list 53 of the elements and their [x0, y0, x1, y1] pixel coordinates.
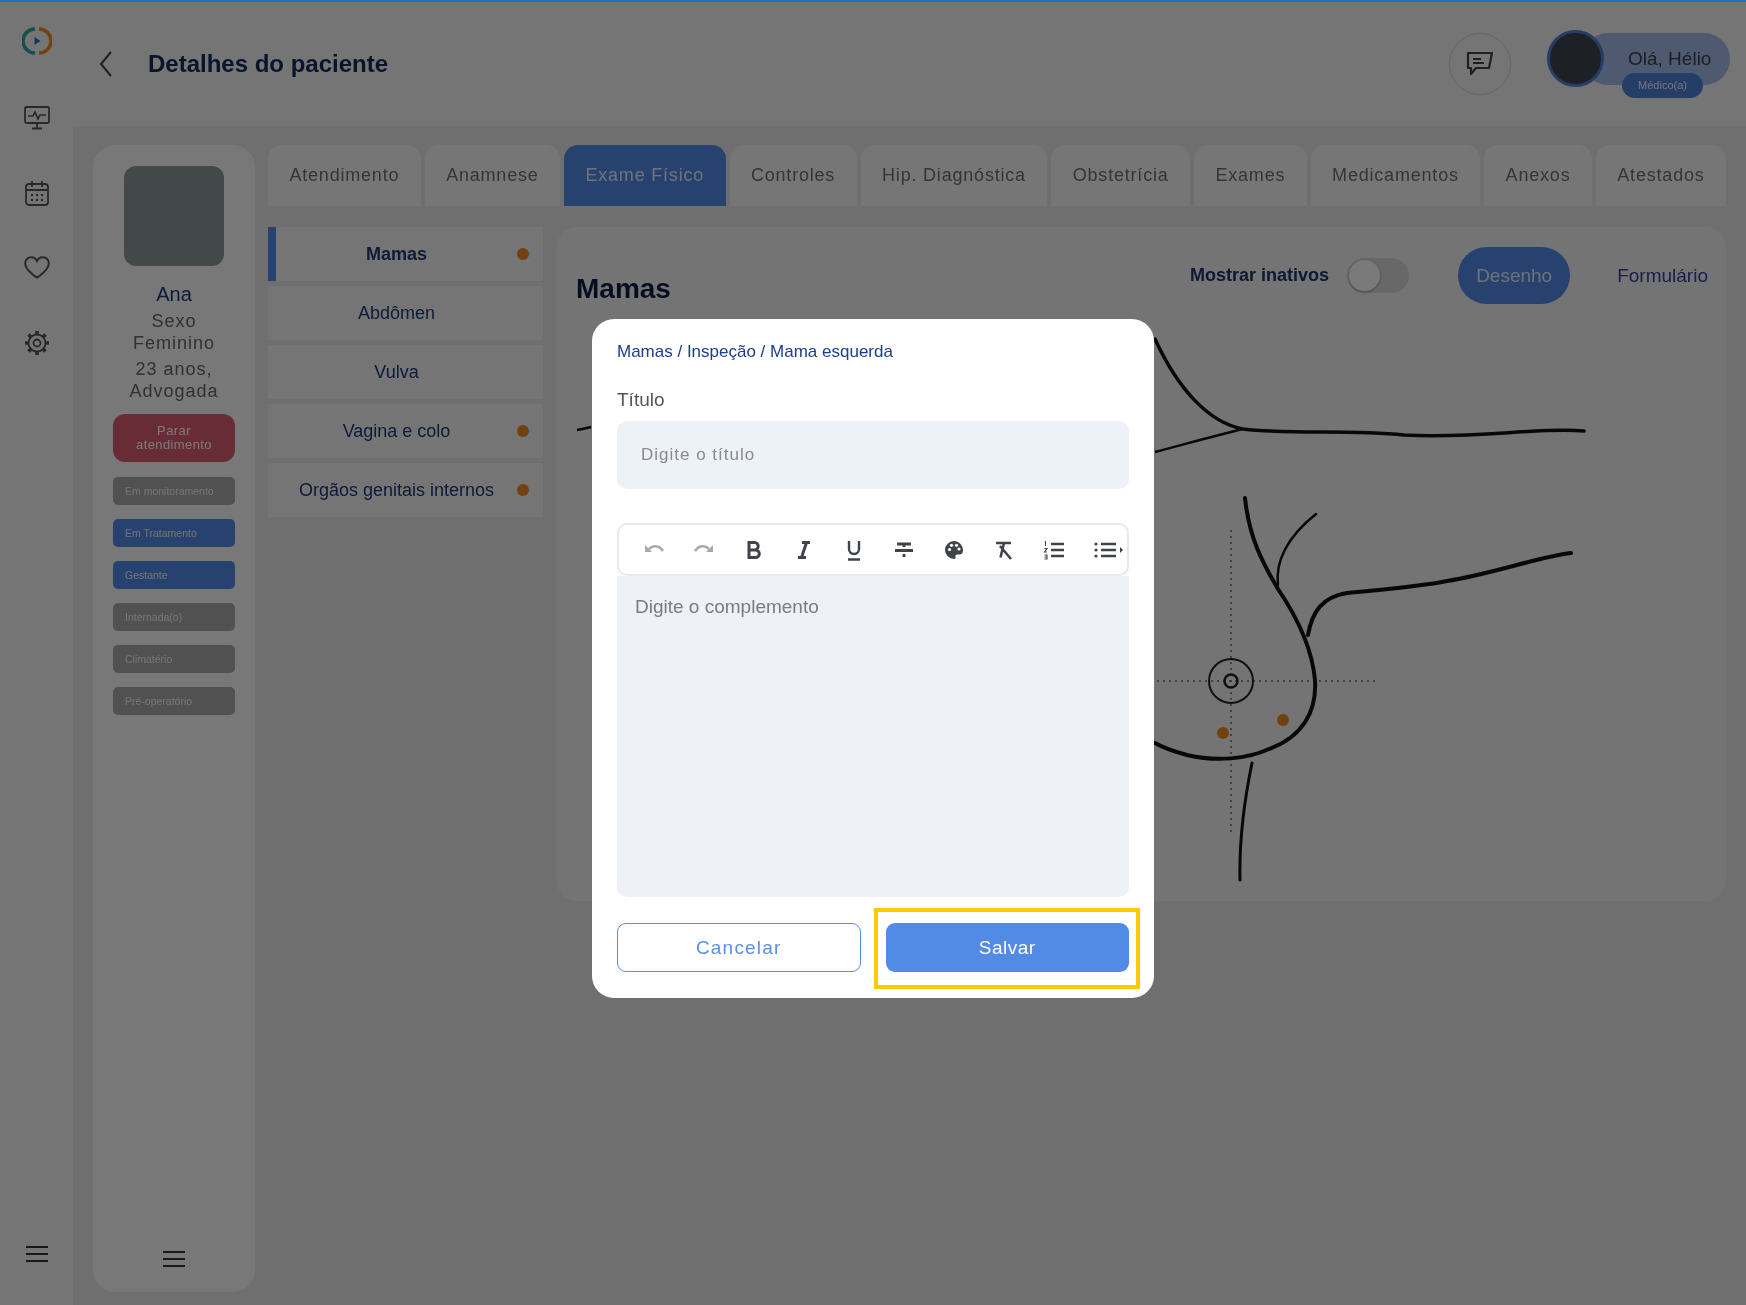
calendar-icon[interactable] [22, 179, 51, 207]
view-mode-button[interactable]: Desenho [1458, 247, 1571, 304]
menu-icon[interactable] [162, 1250, 186, 1268]
patient-name: Ana [156, 282, 192, 306]
section-item[interactable]: Vulva [268, 345, 543, 399]
patient-sex: Sexo Feminino [132, 310, 216, 354]
tab[interactable]: Anamnese [424, 145, 561, 206]
field-label: Título [617, 389, 666, 411]
clavicle-line [576, 425, 592, 432]
stop-service-button[interactable]: Parar atendimento [113, 414, 235, 462]
section-item[interactable]: Orgãos genitais internos [268, 463, 543, 517]
tab[interactable]: Obstetrícia [1051, 145, 1190, 206]
monitor-icon[interactable] [22, 104, 51, 132]
tab[interactable]: Exames [1194, 145, 1307, 206]
logo-icon[interactable] [21, 26, 52, 56]
cancel-button[interactable]: Cancelar [617, 923, 861, 972]
editor-field[interactable]: Digite o complemento [617, 576, 1129, 897]
tab[interactable]: Hip. Diagnóstica [860, 145, 1048, 206]
section-item[interactable]: Vagina e colo [268, 404, 543, 458]
tab[interactable]: Atendimento [268, 145, 421, 206]
panel-title: Mamas [576, 274, 671, 304]
status-tag[interactable]: Gestante [113, 561, 235, 589]
section-label: Abdômen [357, 302, 436, 324]
section-label: Vagina e colo [342, 420, 451, 442]
section-label: Orgãos genitais internos [298, 479, 495, 501]
marker-dot-icon[interactable] [1277, 714, 1289, 726]
tab[interactable]: Anexos [1484, 145, 1592, 206]
avatar-placeholder [1547, 30, 1604, 87]
section-item[interactable]: Abdômen [268, 286, 543, 340]
section-label: Mamas [366, 243, 427, 265]
menu-icon[interactable] [24, 1245, 49, 1263]
view-mode-button[interactable]: Formulário [1599, 247, 1726, 304]
chat-bubble-icon [1465, 49, 1495, 78]
heart-icon[interactable] [22, 254, 51, 282]
tab[interactable]: Exame Físico [564, 145, 726, 206]
role-badge: Médico(a) [1622, 73, 1703, 98]
patient-age-occupation: 23 anos, Advogada [128, 358, 220, 402]
save-button[interactable]: Salvar [885, 923, 1129, 972]
section-label: Vulva [374, 361, 419, 383]
chevron-left-icon[interactable] [98, 49, 114, 78]
title-input[interactable]: Digite o título [617, 421, 1129, 489]
toggle-switch[interactable] [1347, 258, 1410, 293]
status-tag[interactable]: Em Tratamento [113, 519, 235, 547]
tab[interactable]: Atestados [1595, 145, 1726, 206]
section-item[interactable]: Mamas [268, 227, 543, 281]
page-title: Detalhes do paciente [148, 49, 389, 78]
show-inactive-label: Mostrar inativos [1190, 265, 1330, 286]
breadcrumb-text: Mamas / Inspeção / Mama esquerda [617, 341, 894, 363]
settings-icon[interactable] [22, 329, 51, 357]
marker-dot-icon[interactable] [1217, 727, 1229, 739]
nipple-marker-icon [1208, 658, 1254, 704]
tab[interactable]: Medicamentos [1310, 145, 1481, 206]
tab[interactable]: Controles [729, 145, 857, 206]
